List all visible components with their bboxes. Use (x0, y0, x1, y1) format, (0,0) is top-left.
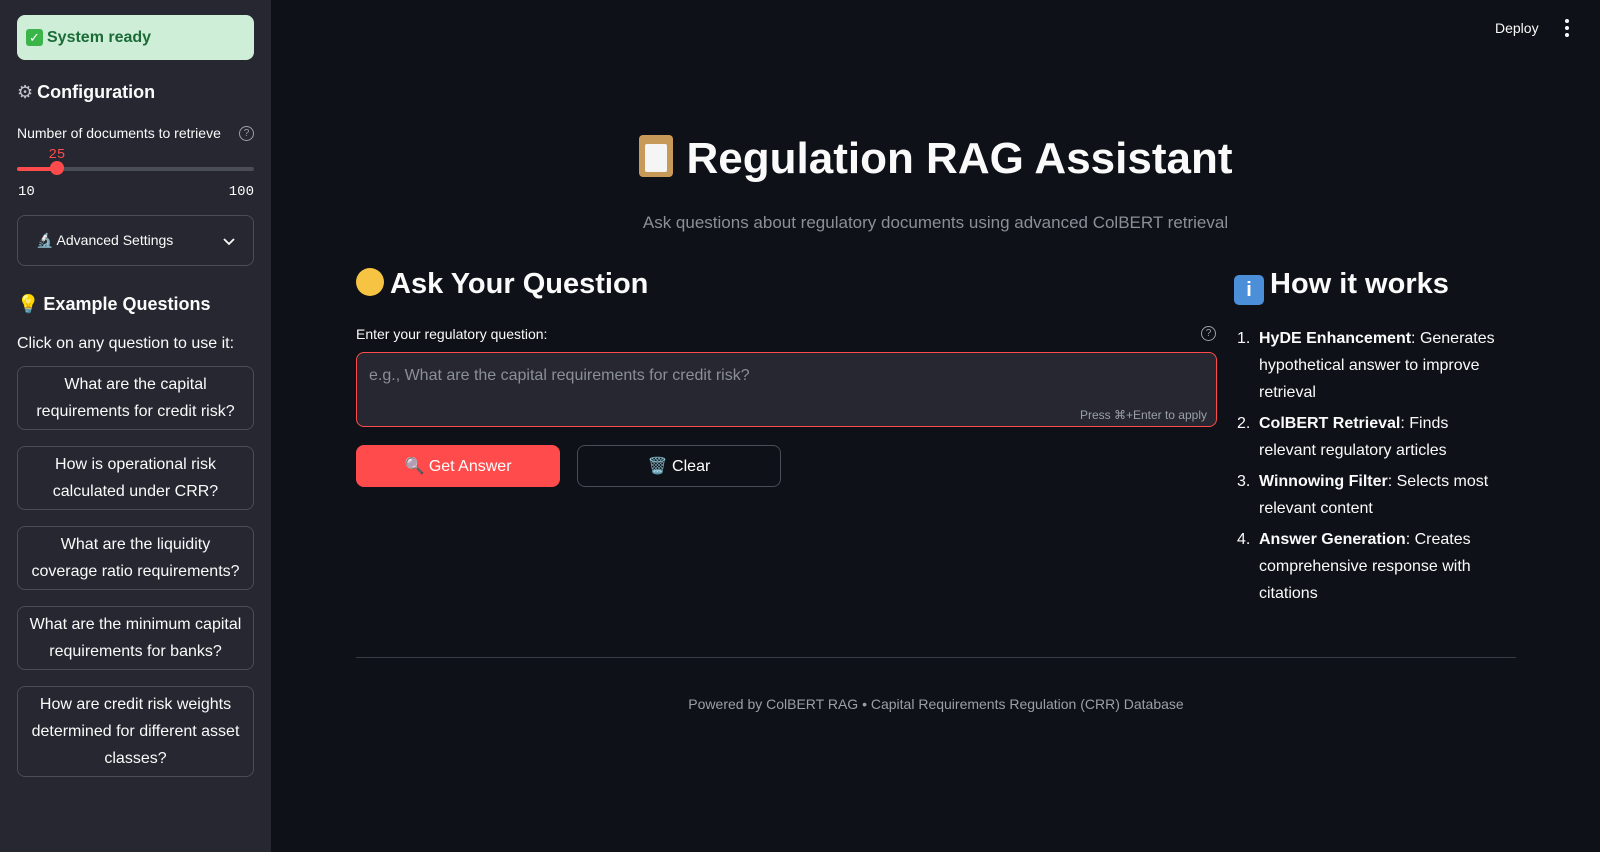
ask-question-title: Ask Your Question (390, 268, 649, 300)
status-badge: ✓ System ready (17, 15, 254, 60)
list-item: 4. Answer Generation: Creates comprehensi… (1237, 526, 1507, 607)
slider-min: 10 (18, 184, 35, 200)
example-questions-heading: 💡 Example Questions (17, 294, 254, 315)
status-text: System ready (47, 28, 152, 46)
configuration-title: Configuration (37, 82, 156, 102)
step-title: Winnowing Filter (1259, 473, 1388, 490)
page-title: Regulation RAG Assistant (271, 134, 1600, 184)
advanced-settings-expander[interactable]: 🔬 Advanced Settings (17, 215, 254, 266)
help-icon[interactable]: ? (239, 125, 254, 141)
list-item: 2. ColBERT Retrieval: Finds relevant regu… (1237, 410, 1507, 464)
example-question-button[interactable]: How are credit risk weights determined f… (17, 686, 254, 777)
step-number: 4. (1237, 531, 1251, 548)
question-label: Enter your regulatory question: (356, 326, 548, 342)
check-icon: ✓ (26, 29, 43, 46)
submit-hint: Press ⌘+Enter to apply (1079, 408, 1207, 422)
deploy-button[interactable]: Deploy (1495, 20, 1539, 36)
example-question-button[interactable]: What are the capital requirements for cr… (17, 366, 254, 430)
example-questions-subtitle: Click on any question to use it: (17, 335, 235, 352)
list-item: 1. HyDE Enhancement: Generates hypothetic… (1237, 325, 1507, 406)
chevron-down-icon (223, 233, 235, 249)
clipboard-icon (638, 135, 673, 177)
slider-label: Number of documents to retrieve (17, 125, 221, 141)
lightbulb-icon: 💡 (17, 294, 40, 314)
more-menu-icon[interactable] (1562, 19, 1572, 37)
divider (356, 657, 1516, 658)
step-number: 3. (1237, 473, 1251, 490)
question-input-container: Press ⌘+Enter to apply (356, 352, 1217, 427)
slider-label-row: Number of documents to retrieve ? (17, 125, 254, 141)
example-questions-title: Example Questions (43, 294, 211, 314)
advanced-settings-label: 🔬 Advanced Settings (36, 232, 174, 248)
thinking-face-icon (356, 268, 384, 296)
example-question-button[interactable]: What are the minimum capital requirement… (17, 606, 254, 670)
step-title: ColBERT Retrieval (1259, 415, 1401, 432)
slider-thumb[interactable] (49, 161, 64, 175)
step-title: Answer Generation (1259, 531, 1406, 548)
configuration-heading: ⚙ Configuration (17, 82, 254, 103)
example-question-button[interactable]: How is operational risk calculated under… (17, 446, 254, 510)
question-help-icon[interactable]: ? (1201, 326, 1216, 341)
question-input[interactable] (369, 367, 1204, 407)
step-title: HyDE Enhancement (1259, 330, 1412, 347)
ask-question-heading: Ask Your Question (356, 268, 648, 301)
example-question-button[interactable]: What are the liquidity coverage ratio re… (17, 526, 254, 590)
footer-text: Powered by ColBERT RAG • Capital Require… (688, 696, 1184, 712)
step-number: 1. (1237, 330, 1251, 347)
sidebar: ✓ System ready ⚙ Configuration Number of… (0, 0, 271, 852)
info-icon: i (1234, 275, 1264, 305)
how-it-works-title: How it works (1270, 268, 1449, 300)
gear-icon: ⚙ (17, 82, 34, 102)
how-it-works-heading: i How it works (1234, 268, 1449, 305)
page-title-text: Regulation RAG Assistant (686, 134, 1233, 183)
step-number: 2. (1237, 415, 1251, 432)
slider-max: 100 (228, 184, 254, 200)
list-item: 3. Winnowing Filter: Selects most relevan… (1237, 468, 1507, 522)
clear-button[interactable]: 🗑️ Clear (577, 445, 781, 487)
documents-slider[interactable]: 25 10 100 (17, 141, 254, 201)
how-it-works-list: 1. HyDE Enhancement: Generates hypothetic… (1237, 325, 1507, 611)
page-subtitle: Ask questions about regulatory documents… (642, 213, 1229, 232)
get-answer-button[interactable]: 🔍 Get Answer (356, 445, 560, 487)
